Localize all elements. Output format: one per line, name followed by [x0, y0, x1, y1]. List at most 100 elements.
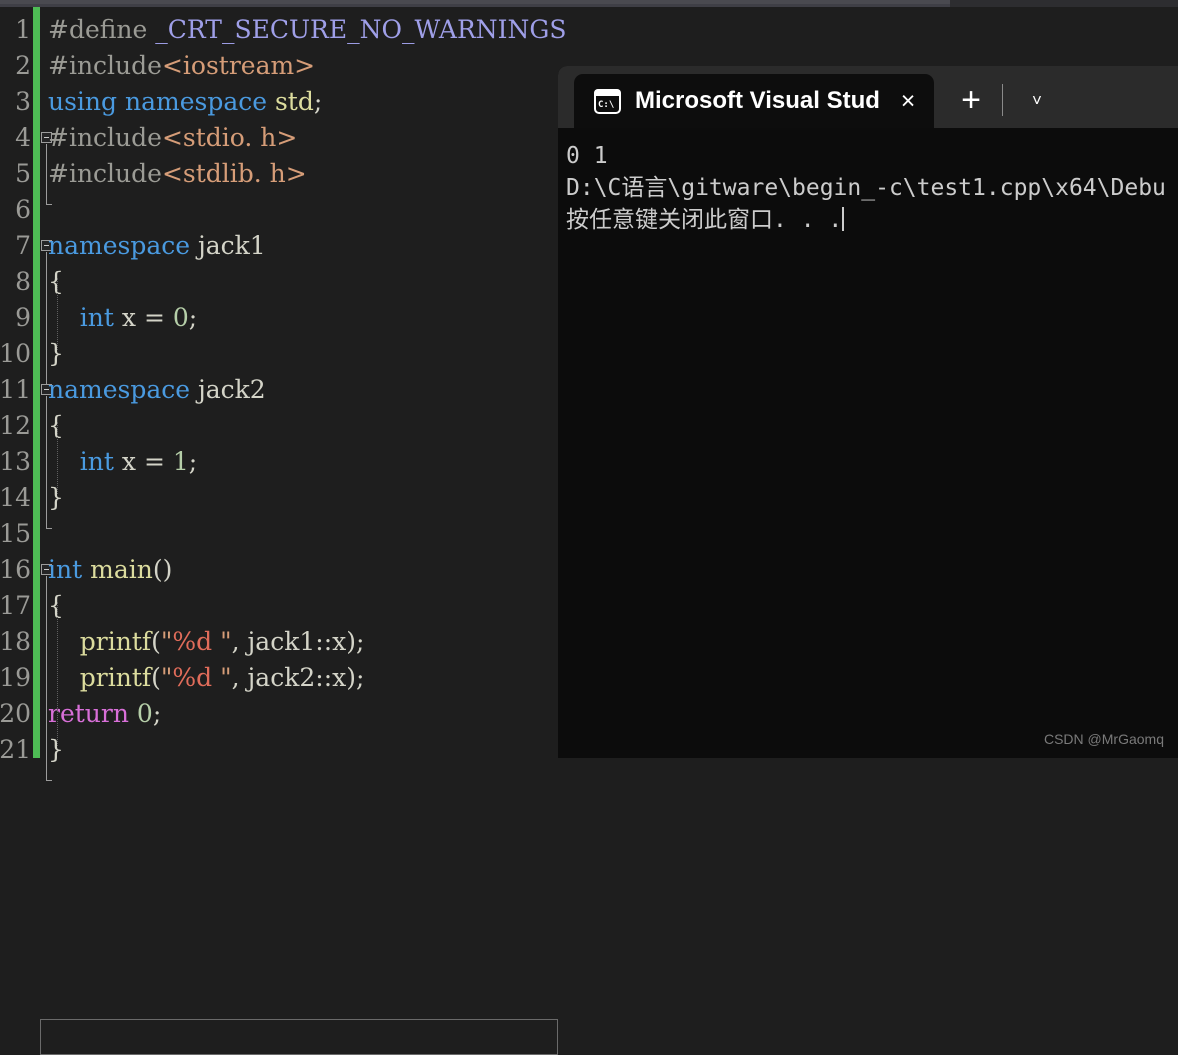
code-line[interactable]: }	[48, 732, 64, 768]
code-token: "	[160, 627, 173, 656]
visual-studio-toolbar-strip	[0, 0, 1178, 7]
line-number: 2	[15, 51, 31, 80]
code-line[interactable]: namespace jack2	[48, 372, 266, 408]
line-number: 10	[0, 339, 31, 368]
fold-region-line	[46, 252, 47, 384]
code-token: <stdlib. h>	[161, 159, 307, 188]
code-line[interactable]: return 0;	[48, 696, 161, 732]
code-token: ;	[152, 699, 162, 728]
indent-guide	[57, 602, 59, 746]
code-line[interactable]: namespace jack1	[48, 228, 266, 264]
code-token: (	[151, 627, 161, 656]
line-number: 11	[0, 375, 31, 404]
console-terminal-icon: C:\	[594, 88, 621, 114]
code-token: printf	[79, 627, 152, 656]
code-line[interactable]: {	[48, 264, 64, 300]
indent-guide	[57, 422, 59, 494]
console-icon-label: C:\	[598, 99, 615, 110]
code-line[interactable]: #define _CRT_SECURE_NO_WARNINGS	[48, 12, 567, 48]
code-line[interactable]: int main()	[48, 552, 172, 588]
code-token: jack2	[198, 375, 266, 404]
code-token: #include	[48, 51, 162, 80]
tab-bar-divider	[1002, 84, 1003, 116]
code-line[interactable]: int x = 0;	[48, 300, 197, 336]
console-tab-bar[interactable]: C:\ Microsoft Visual Stud × + ˅	[558, 66, 1178, 128]
code-token: using namespace	[48, 87, 275, 116]
current-line-highlight	[40, 1019, 558, 1055]
code-token: x =	[113, 303, 173, 332]
code-token: ;	[188, 303, 198, 332]
code-line[interactable]: {	[48, 408, 64, 444]
code-line[interactable]: using namespace std;	[48, 84, 322, 120]
code-token: ;	[313, 87, 323, 116]
code-token: (	[151, 663, 161, 692]
close-icon[interactable]: ×	[888, 88, 928, 114]
line-number-gutter: 1 2 3 4 5 6 7 8 9 10 11 12 13 14 15 16 17 18 19 20 21	[0, 7, 33, 764]
code-token: namespace	[48, 231, 198, 260]
code-line[interactable]: }	[48, 480, 64, 516]
line-number: 7	[15, 231, 31, 260]
line-number: 5	[15, 159, 31, 188]
line-number: 18	[0, 627, 31, 656]
code-token: }	[48, 735, 64, 764]
code-line[interactable]: printf("%d ", jack1::x);	[48, 624, 365, 660]
code-token: }	[48, 339, 64, 368]
chevron-down-icon[interactable]: ˅	[1020, 88, 1054, 114]
indent-guide	[57, 278, 59, 350]
code-token: std	[274, 87, 314, 116]
code-line[interactable]: }	[48, 336, 64, 372]
code-token: }	[48, 483, 64, 512]
fold-region-line	[46, 396, 47, 528]
code-line[interactable]: #include<iostream>	[48, 48, 315, 84]
line-number: 8	[15, 267, 31, 296]
line-number: 4	[15, 123, 31, 152]
new-tab-icon[interactable]: +	[950, 83, 992, 118]
toolbar-strip-right	[950, 0, 1178, 7]
code-token: int	[48, 555, 83, 584]
line-number: 9	[15, 303, 31, 332]
code-token: ()	[152, 555, 173, 584]
code-token: ,	[231, 663, 248, 692]
console-output-area[interactable]: 0 1 D:\C语言\gitware\begin_-c\test1.cpp\x64…	[558, 128, 1178, 758]
code-token: ::	[315, 663, 333, 692]
code-token: {	[48, 591, 64, 620]
line-number: 16	[0, 555, 31, 584]
console-output-line: D:\C语言\gitware\begin_-c\test1.cpp\x64\De…	[566, 175, 1166, 201]
code-token: int	[79, 447, 114, 476]
line-number: 1	[15, 15, 31, 44]
line-number: 19	[0, 663, 31, 692]
code-token: #include	[48, 159, 162, 188]
code-line[interactable]: printf("%d ", jack2::x);	[48, 660, 365, 696]
code-line[interactable]: {	[48, 588, 64, 624]
console-output-line: 按任意键关闭此窗口. . .	[566, 207, 845, 233]
code-token: {	[48, 411, 64, 440]
code-token: 0	[172, 303, 189, 332]
line-number: 20	[0, 699, 31, 728]
fold-region-line	[46, 576, 47, 780]
code-token: namespace	[48, 375, 198, 404]
code-token: x	[332, 663, 347, 692]
code-token: );	[346, 627, 365, 656]
line-number: 6	[15, 195, 31, 224]
console-window[interactable]: C:\ Microsoft Visual Stud × + ˅ 0 1 D:\C语…	[558, 66, 1178, 758]
code-line[interactable]: #include<stdlib. h>	[48, 156, 307, 192]
fold-region-line	[46, 144, 47, 204]
code-token: "	[160, 663, 173, 692]
line-number: 13	[0, 447, 31, 476]
code-token: jack1	[247, 627, 316, 656]
console-output-line: 0 1	[566, 143, 608, 169]
code-line[interactable]: int x = 1;	[48, 444, 197, 480]
code-line[interactable]: #include<stdio. h>	[48, 120, 297, 156]
console-tab-title: Microsoft Visual Stud	[635, 87, 880, 114]
console-tab[interactable]: C:\ Microsoft Visual Stud ×	[574, 74, 934, 128]
code-token: printf	[79, 663, 152, 692]
code-token: %d	[172, 663, 213, 692]
code-token: main	[90, 555, 153, 584]
code-token: ::	[315, 627, 333, 656]
code-token: );	[346, 663, 365, 692]
code-token: x =	[113, 447, 173, 476]
